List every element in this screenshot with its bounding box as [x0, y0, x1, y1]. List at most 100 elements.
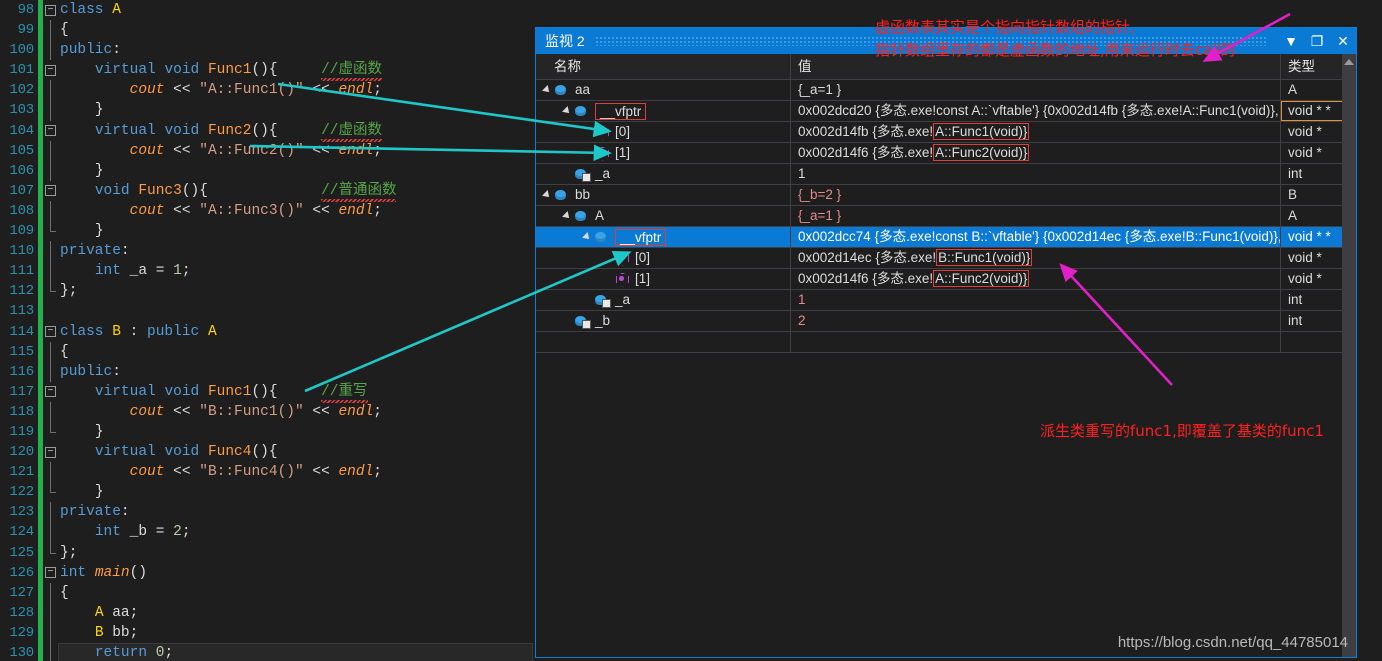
- code-line[interactable]: 120− virtual void Func4(){: [0, 442, 535, 463]
- code-line[interactable]: 113: [0, 301, 535, 322]
- watch-row[interactable]: A {_a=1 } A: [536, 206, 1344, 227]
- watch-cell-name[interactable]: [1]: [536, 269, 791, 289]
- watch-cell-value[interactable]: {_a=1 }: [791, 80, 1281, 100]
- code-line[interactable]: 103 }: [0, 100, 535, 121]
- code-line[interactable]: 108 cout << "A::Func3()" << endl;: [0, 200, 535, 222]
- code-line[interactable]: 125};: [0, 542, 535, 563]
- column-header-name[interactable]: 名称: [536, 53, 791, 80]
- code-line[interactable]: 123 private:: [0, 502, 535, 523]
- watch-cell-value[interactable]: 0x002d14f6 {多态.exe! A::Func2(void)}: [791, 269, 1281, 289]
- watch-row[interactable]: [536, 332, 1344, 353]
- watch-cell-name[interactable]: [0]: [536, 122, 791, 142]
- code-line[interactable]: 128 A aa;: [0, 602, 535, 623]
- expander-triangle-icon[interactable]: [562, 211, 572, 221]
- fold-toggle-icon[interactable]: −: [45, 125, 56, 137]
- watch-cell-value[interactable]: 0x002d14f6 {多态.exe! A::Func2(void)}: [791, 143, 1281, 163]
- watch-cell-type[interactable]: void *: [1281, 122, 1344, 142]
- watch-row[interactable]: [0] 0x002d14ec {多态.exe! B::Func1(void)} voi…: [536, 248, 1344, 269]
- watch-cell-value[interactable]: 0x002d14fb {多态.exe! A::Func1(void)}: [791, 122, 1281, 142]
- expander-triangle-icon[interactable]: [562, 106, 572, 116]
- watch-row[interactable]: _a 1 int: [536, 290, 1344, 311]
- watch-cell-name[interactable]: A: [536, 206, 791, 226]
- scroll-up-arrow-icon[interactable]: [1344, 59, 1354, 65]
- watch-cell-value[interactable]: 1: [791, 290, 1281, 310]
- watch-row[interactable]: [0] 0x002d14fb {多态.exe! A::Func1(void)} voi…: [536, 122, 1344, 143]
- code-line[interactable]: 130 return 0;: [0, 643, 535, 661]
- code-line[interactable]: 129 B bb;: [0, 622, 535, 643]
- code-line[interactable]: 115 {: [0, 341, 535, 362]
- code-line[interactable]: 117− virtual void Func1(){ //重写: [0, 381, 535, 402]
- code-line[interactable]: 119 }: [0, 421, 535, 443]
- watch-cell-name[interactable]: aa: [536, 80, 791, 100]
- watch-cell-value[interactable]: 0x002dcc74 {多态.exe!const B::`vftable'} {…: [791, 227, 1281, 247]
- expander-triangle-icon[interactable]: [542, 85, 552, 95]
- maximize-icon[interactable]: ❐: [1304, 28, 1330, 54]
- watch-row[interactable]: [1] 0x002d14f6 {多态.exe! A::Func2(void)} voi…: [536, 143, 1344, 164]
- code-line[interactable]: 101− virtual void Func1(){ //虚函数: [0, 60, 535, 81]
- code-line[interactable]: 112};: [0, 281, 535, 302]
- code-line[interactable]: 124 int _b = 2;: [0, 522, 535, 543]
- code-line[interactable]: 111 int _a = 1;: [0, 261, 535, 282]
- column-header-type[interactable]: 类型: [1281, 53, 1344, 80]
- watch-cell-type[interactable]: B: [1281, 185, 1344, 205]
- expander-triangle-icon[interactable]: [582, 232, 592, 242]
- fold-toggle-icon[interactable]: −: [45, 567, 56, 579]
- watch-cell-type[interactable]: [1281, 332, 1344, 352]
- watch-row[interactable]: _b 2 int: [536, 311, 1344, 332]
- watch-cell-name[interactable]: _a: [536, 290, 791, 310]
- code-line[interactable]: 110 private:: [0, 241, 535, 262]
- watch-cell-type[interactable]: void *: [1281, 269, 1344, 289]
- code-line[interactable]: 109 }: [0, 221, 535, 242]
- code-line[interactable]: 100 public:: [0, 40, 535, 61]
- watch-cell-name[interactable]: [536, 332, 791, 352]
- watch-row[interactable]: __vfptr 0x002dcc74 {多态.exe!const B::`vfta…: [536, 227, 1344, 248]
- watch-row[interactable]: aa {_a=1 } A: [536, 80, 1344, 101]
- watch-cell-type[interactable]: void *: [1281, 248, 1344, 268]
- fold-toggle-icon[interactable]: −: [45, 386, 56, 398]
- watch-row[interactable]: bb {_b=2 } B: [536, 185, 1344, 206]
- code-line[interactable]: 107− void Func3(){ //普通函数: [0, 180, 535, 201]
- code-line[interactable]: 99 {: [0, 20, 535, 41]
- watch-cell-type[interactable]: A: [1281, 80, 1344, 100]
- code-line[interactable]: 98− class A: [0, 0, 535, 21]
- vertical-scrollbar[interactable]: [1342, 54, 1356, 657]
- code-line[interactable]: 118 cout << "B::Func1()" << endl;: [0, 401, 535, 422]
- code-line[interactable]: 116 public:: [0, 361, 535, 382]
- watch-row[interactable]: __vfptr 0x002dcd20 {多态.exe!const A::`vfta…: [536, 101, 1344, 122]
- fold-toggle-icon[interactable]: −: [45, 326, 56, 337]
- fold-toggle-icon[interactable]: −: [45, 446, 56, 458]
- expander-triangle-icon[interactable]: [542, 190, 552, 200]
- watch-cell-name[interactable]: _b: [536, 311, 791, 331]
- fold-toggle-icon[interactable]: −: [45, 4, 56, 16]
- watch-cell-type[interactable]: void * *: [1281, 101, 1344, 121]
- watch-cell-type[interactable]: int: [1281, 290, 1344, 310]
- fold-toggle-icon[interactable]: −: [45, 64, 56, 76]
- watch-cell-type[interactable]: void *: [1281, 143, 1344, 163]
- watch-cell-type[interactable]: A: [1281, 206, 1344, 226]
- watch-cell-value[interactable]: 1: [791, 164, 1281, 184]
- watch-cell-value[interactable]: 0x002d14ec {多态.exe! B::Func1(void)}: [791, 248, 1281, 268]
- watch-cell-name[interactable]: bb: [536, 185, 791, 205]
- fold-toggle-icon[interactable]: −: [45, 185, 56, 197]
- code-line[interactable]: 127 {: [0, 582, 535, 603]
- code-line[interactable]: 102 cout << "A::Func1()" << endl;: [0, 80, 535, 101]
- watch-cell-name[interactable]: _a: [536, 164, 791, 184]
- watch-grid[interactable]: 名称 值 类型 aa {_a=1 } A __vfptr 0x002dcd20 {多态.…: [536, 53, 1356, 657]
- watch-cell-name[interactable]: [1]: [536, 143, 791, 163]
- code-line[interactable]: 121 cout << "B::Func4()" << endl;: [0, 462, 535, 483]
- watch-cell-value[interactable]: [791, 332, 1281, 352]
- watch-cell-value[interactable]: {_a=1 }: [791, 206, 1281, 226]
- watch-cell-value[interactable]: 2: [791, 311, 1281, 331]
- watch-cell-name[interactable]: [0]: [536, 248, 791, 268]
- watch-row[interactable]: _a 1 int: [536, 164, 1344, 185]
- code-line[interactable]: 126− int main(): [0, 562, 535, 583]
- watch-row[interactable]: [1] 0x002d14f6 {多态.exe! A::Func2(void)} voi…: [536, 269, 1344, 290]
- code-line[interactable]: 122 }: [0, 482, 535, 503]
- chevron-down-icon[interactable]: ▼: [1278, 28, 1304, 54]
- watch-cell-value[interactable]: {_b=2 }: [791, 185, 1281, 205]
- code-line[interactable]: 105 cout << "A::Func2()" << endl;: [0, 140, 535, 161]
- watch-cell-type[interactable]: void * *: [1281, 227, 1344, 247]
- code-editor[interactable]: 98− class A 99{100 public: 101− virtual void…: [0, 0, 535, 661]
- code-line[interactable]: 106 }: [0, 160, 535, 181]
- code-line[interactable]: 104− virtual void Func2(){ //虚函数: [0, 120, 535, 141]
